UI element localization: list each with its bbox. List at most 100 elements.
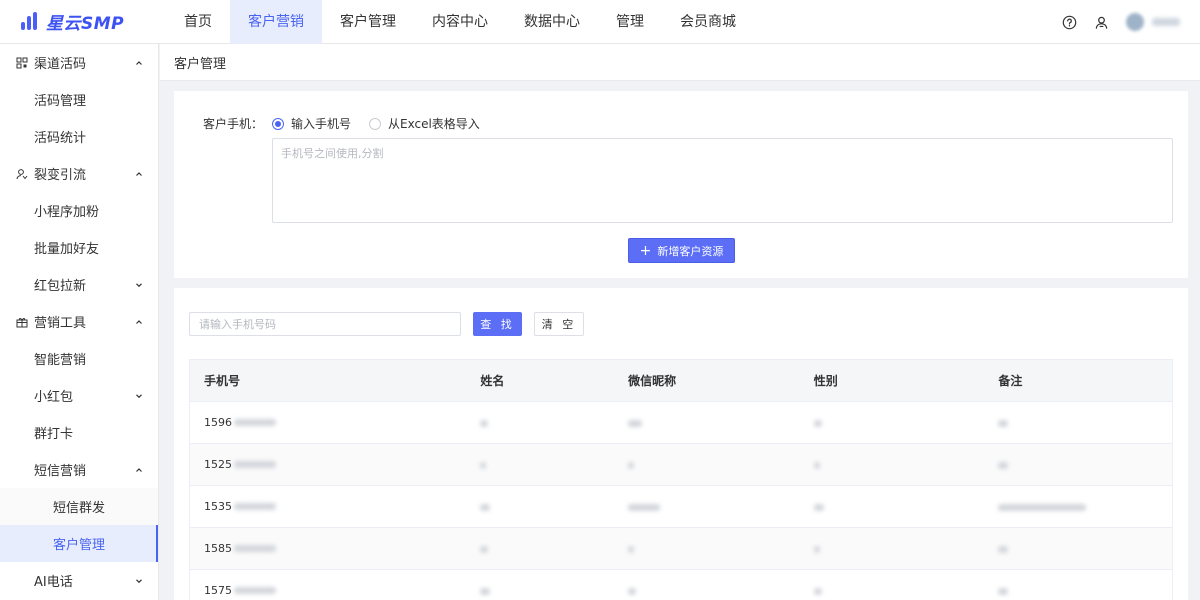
sidebar-item-label: AI电话: [34, 575, 73, 590]
column-header-phone[interactable]: 手机号: [190, 372, 466, 389]
radio-excel-import[interactable]: 从Excel表格导入: [369, 115, 480, 132]
radio-label: 从Excel表格导入: [388, 117, 480, 131]
redacted-text: [480, 461, 487, 469]
chevron-up-icon: [134, 465, 144, 475]
clear-button[interactable]: 清 空: [534, 312, 584, 336]
phone-cell: 1596: [204, 416, 232, 429]
sidebar-item-ai-call[interactable]: AI电话: [0, 562, 158, 599]
sidebar-group-fission[interactable]: 裂变引流: [0, 155, 158, 192]
redacted-text: [480, 419, 489, 427]
chevron-up-icon: [134, 58, 144, 68]
logo-text: 星云SMP: [46, 14, 125, 34]
redacted-text: [234, 419, 276, 426]
phone-cell: 1525: [204, 458, 232, 471]
redacted-text: [998, 545, 1009, 553]
header-actions: [1046, 0, 1180, 44]
sidebar: 渠道活码 活码管理 活码统计 裂变引流 小程序加粉 批量加好友 红包拉新 营销工…: [0, 44, 159, 600]
avatar[interactable]: [1126, 13, 1144, 31]
sidebar-item-batch-add-friends[interactable]: 批量加好友: [0, 229, 158, 266]
customer-list-panel: 查 找 清 空 手机号 姓名 微信昵称 性别 备注 1596 1525 1535: [174, 288, 1188, 600]
table-row[interactable]: 1575: [190, 570, 1172, 600]
logo-icon: [20, 11, 40, 32]
column-header-name[interactable]: 姓名: [466, 372, 614, 389]
app-logo[interactable]: 星云SMP: [0, 9, 160, 34]
sidebar-item-sms-broadcast[interactable]: 短信群发: [0, 488, 158, 525]
chevron-up-icon: [134, 169, 144, 179]
sidebar-group-label: 渠道活码: [34, 57, 87, 72]
table-header: 手机号 姓名 微信昵称 性别 备注: [190, 360, 1172, 402]
table-row[interactable]: 1535: [190, 486, 1172, 528]
chevron-down-icon: [134, 391, 144, 401]
user-name-redacted[interactable]: [1152, 18, 1180, 26]
breadcrumb: 客户管理: [160, 44, 1200, 81]
nav-data-center[interactable]: 数据中心: [506, 0, 598, 44]
table-row[interactable]: 1525: [190, 444, 1172, 486]
user-switch-icon[interactable]: [1092, 13, 1110, 31]
sidebar-group-label: 裂变引流: [34, 168, 87, 183]
fission-icon: [16, 168, 28, 180]
nav-home[interactable]: 首页: [166, 0, 230, 44]
redacted-text: [998, 503, 1087, 511]
table-row[interactable]: 1596: [190, 402, 1172, 444]
search-button[interactable]: 查 找: [473, 312, 522, 336]
nav-member-mall[interactable]: 会员商城: [662, 0, 754, 44]
redacted-text: [234, 461, 276, 468]
sidebar-item-label: 小红包: [34, 390, 74, 405]
redacted-text: [234, 545, 276, 552]
sidebar-item-customer-management[interactable]: 客户管理: [0, 525, 158, 562]
column-header-gender[interactable]: 性别: [800, 372, 985, 389]
sidebar-item-sms-marketing[interactable]: 短信营销: [0, 451, 158, 488]
customer-table: 手机号 姓名 微信昵称 性别 备注 1596 1525 1535 1585 15…: [189, 359, 1173, 600]
phone-field-label: 客户手机：: [203, 117, 264, 131]
import-panel: 客户手机： 输入手机号 从Excel表格导入 + 新增客户资源: [174, 91, 1188, 278]
phone-numbers-textarea[interactable]: [272, 138, 1173, 223]
nav-customer-marketing[interactable]: 客户营销: [230, 0, 322, 44]
add-customer-label: 新增客户资源: [657, 244, 724, 258]
redacted-text: [998, 587, 1009, 595]
sidebar-item-smart-marketing[interactable]: 智能营销: [0, 340, 158, 377]
sidebar-item-small-red-packet[interactable]: 小红包: [0, 377, 158, 414]
radio-unchecked-icon: [369, 117, 381, 130]
redacted-text: [628, 461, 635, 469]
plus-icon: +: [639, 242, 652, 259]
page-title: 客户管理: [174, 56, 227, 72]
help-icon[interactable]: [1060, 13, 1078, 31]
redacted-text: [813, 419, 822, 427]
redacted-text: [998, 461, 1009, 469]
sidebar-group-marketing-tools[interactable]: 营销工具: [0, 303, 158, 340]
chevron-down-icon: [134, 576, 144, 586]
redacted-text: [813, 587, 822, 595]
column-header-remark[interactable]: 备注: [984, 372, 1172, 389]
radio-manual-input[interactable]: 输入手机号: [272, 115, 351, 132]
sidebar-item-red-packet-acquisition[interactable]: 红包拉新: [0, 266, 158, 303]
sidebar-item-code-management[interactable]: 活码管理: [0, 81, 158, 118]
redacted-text: [813, 545, 820, 553]
redacted-text: [628, 503, 661, 511]
redacted-text: [628, 419, 643, 427]
radio-label: 输入手机号: [291, 117, 352, 131]
qrcode-icon: [16, 57, 28, 69]
add-customer-button[interactable]: + 新增客户资源: [628, 238, 735, 263]
redacted-text: [480, 587, 491, 595]
chevron-down-icon: [134, 280, 144, 290]
nav-admin[interactable]: 管理: [598, 0, 662, 44]
redacted-text: [480, 545, 489, 553]
sidebar-item-label: 红包拉新: [34, 279, 87, 294]
sidebar-item-group-checkin[interactable]: 群打卡: [0, 414, 158, 451]
sidebar-item-code-stats[interactable]: 活码统计: [0, 118, 158, 155]
phone-search-input[interactable]: [189, 312, 461, 336]
redacted-text: [234, 587, 276, 594]
main-nav: 首页 客户营销 客户管理 内容中心 数据中心 管理 会员商城: [166, 0, 754, 44]
redacted-text: [813, 461, 820, 469]
nav-customer-management[interactable]: 客户管理: [322, 0, 414, 44]
redacted-text: [480, 503, 491, 511]
sidebar-item-miniprogram-fans[interactable]: 小程序加粉: [0, 192, 158, 229]
nav-content-center[interactable]: 内容中心: [414, 0, 506, 44]
table-row[interactable]: 1585: [190, 528, 1172, 570]
sidebar-group-label: 营销工具: [34, 316, 87, 331]
redacted-text: [628, 545, 635, 553]
phone-cell: 1585: [204, 542, 232, 555]
gift-icon: [16, 316, 28, 328]
sidebar-group-channel-code[interactable]: 渠道活码: [0, 44, 158, 81]
column-header-wechat-nickname[interactable]: 微信昵称: [614, 372, 800, 389]
